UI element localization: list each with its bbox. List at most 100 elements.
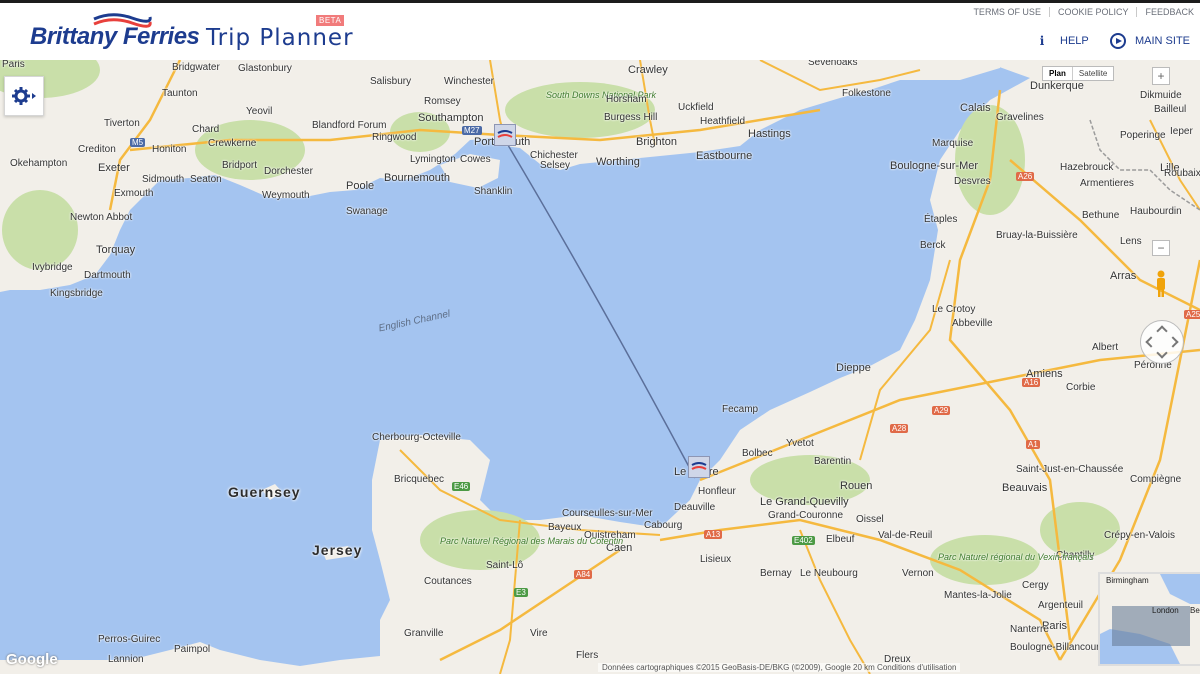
ferry-icon: [497, 130, 513, 138]
minimap-label: Belg: [1190, 606, 1200, 615]
place-label: Winchester: [444, 76, 495, 87]
map-canvas[interactable]: English Channel Guernsey Jersey Paris Br…: [0, 60, 1200, 674]
place-label: Vire: [530, 628, 548, 639]
place-label: Sidmouth: [142, 174, 185, 185]
place-label: Saint-Just-en-Chaussée: [1016, 464, 1124, 475]
place-label: Uckfield: [678, 102, 714, 113]
feedback-link[interactable]: FEEDBACK: [1137, 7, 1194, 17]
place-label: Ringwood: [372, 132, 417, 143]
place-label: Crawley: [628, 64, 668, 76]
place-label: Taunton: [162, 88, 198, 99]
place-label: Elbeuf: [826, 534, 855, 545]
place-label: Perros-Guirec: [98, 634, 161, 645]
logo-swoosh-icon: [93, 13, 152, 28]
pan-control[interactable]: [1140, 320, 1184, 364]
place-label: Heathfield: [700, 116, 746, 127]
place-label: Corbie: [1066, 382, 1096, 393]
app-title: Trip Planner: [206, 25, 354, 51]
google-logo: Google: [6, 651, 58, 668]
place-label: Salisbury: [370, 76, 412, 87]
place-label: Ivybridge: [32, 262, 73, 273]
main-site-label: MAIN SITE: [1135, 35, 1191, 47]
road-shield: A26: [1016, 172, 1035, 181]
place-label: Le Neubourg: [800, 568, 858, 579]
place-label: Paimpol: [174, 644, 211, 655]
island-label-guernsey: Guernsey: [228, 484, 301, 500]
terms-link[interactable]: TERMS OF USE: [965, 7, 1050, 17]
place-label: Armentieres: [1080, 178, 1134, 189]
place-label: Flers: [576, 650, 599, 661]
pegman-icon[interactable]: [1155, 270, 1167, 298]
cookie-policy-link[interactable]: COOKIE POLICY: [1050, 7, 1138, 17]
gear-icon: [12, 87, 36, 105]
place-label: Cowes: [460, 154, 491, 165]
minimap-label: Birmingham: [1106, 576, 1149, 585]
place-label: Compiègne: [1130, 474, 1182, 485]
pan-left-icon[interactable]: [1145, 336, 1157, 348]
le-havre-port-marker[interactable]: [688, 456, 710, 478]
park-label: Parc Naturel Régional des Marais du Cote…: [440, 536, 624, 546]
pan-right-icon[interactable]: [1167, 336, 1179, 348]
place-label: Bruay-la-Buissière: [996, 230, 1078, 241]
road-shield: M5: [130, 138, 146, 147]
place-label: Tiverton: [104, 118, 140, 129]
map-type-satellite[interactable]: Satellite: [1073, 67, 1113, 80]
place-label: Paris: [2, 60, 25, 70]
place-label: Burgess Hill: [604, 112, 658, 123]
place-label: Nanterre: [1010, 624, 1049, 635]
place-label: Dieppe: [836, 362, 871, 374]
road-shield: E46: [452, 482, 471, 491]
play-circle-icon: [1110, 33, 1126, 49]
place-label: Bolbec: [742, 448, 773, 459]
place-label: Grand-Couronne: [768, 510, 844, 521]
beta-badge: BETA: [316, 15, 345, 26]
place-label: Cergy: [1022, 580, 1049, 591]
portsmouth-port-marker[interactable]: [494, 124, 516, 146]
zoom-in-button[interactable]: +: [1152, 67, 1170, 85]
place-label: Vernon: [902, 568, 934, 579]
place-label: Bernay: [760, 568, 792, 579]
place-label: Étaples: [924, 214, 958, 225]
place-label: Honiton: [152, 144, 187, 155]
place-label: Bridport: [222, 160, 258, 171]
place-label: Horsham: [606, 94, 647, 105]
road-shield: A84: [574, 570, 593, 579]
pan-up-icon[interactable]: [1156, 325, 1168, 337]
place-label: Romsey: [424, 96, 461, 107]
road-shield: M27: [462, 126, 482, 135]
road-shield: E402: [792, 536, 815, 545]
map-settings-button[interactable]: [4, 76, 44, 116]
place-label: Val-de-Reuil: [878, 530, 933, 541]
minimap-land-layer: [1100, 574, 1200, 664]
road-shield: A16: [1022, 378, 1041, 387]
place-label: Bethune: [1082, 210, 1120, 221]
place-label: Southampton: [418, 112, 484, 124]
main-site-button[interactable]: MAIN SITE: [1110, 33, 1190, 49]
place-label: Yvetot: [786, 438, 814, 449]
place-label: Courseulles-sur-Mer: [562, 508, 653, 519]
app-header: Brittany Ferries Trip Planner BETA TERMS…: [0, 0, 1200, 60]
place-label: Lisieux: [700, 554, 732, 565]
top-links: TERMS OF USE COOKIE POLICY FEEDBACK: [965, 7, 1194, 17]
place-label: Roubaix: [1164, 168, 1200, 179]
brittany-ferries-logo[interactable]: Brittany Ferries: [30, 13, 200, 51]
place-label: Coutances: [424, 576, 472, 587]
place-label: Mantes-la-Jolie: [944, 590, 1012, 601]
ferry-route-line: [504, 139, 696, 479]
road-shield: E3: [514, 588, 528, 597]
place-label: Calais: [960, 102, 991, 114]
map-type-plan[interactable]: Plan: [1043, 67, 1073, 80]
road-shield: A13: [704, 530, 723, 539]
place-label: Weymouth: [262, 190, 310, 201]
place-label: Lens: [1120, 236, 1142, 247]
pan-down-icon[interactable]: [1156, 347, 1168, 359]
place-label: Okehampton: [10, 158, 68, 169]
place-label: Dorchester: [264, 166, 313, 177]
place-label: Poperinge: [1120, 130, 1166, 141]
overview-minimap[interactable]: Birmingham London Belg: [1098, 572, 1200, 666]
place-label: Le Grand-Quevilly: [760, 496, 849, 508]
zoom-out-button[interactable]: −: [1152, 240, 1170, 256]
place-label: Albert: [1092, 342, 1119, 353]
help-button[interactable]: i HELP: [1034, 33, 1089, 49]
place-label: Crewkerne: [208, 138, 257, 149]
